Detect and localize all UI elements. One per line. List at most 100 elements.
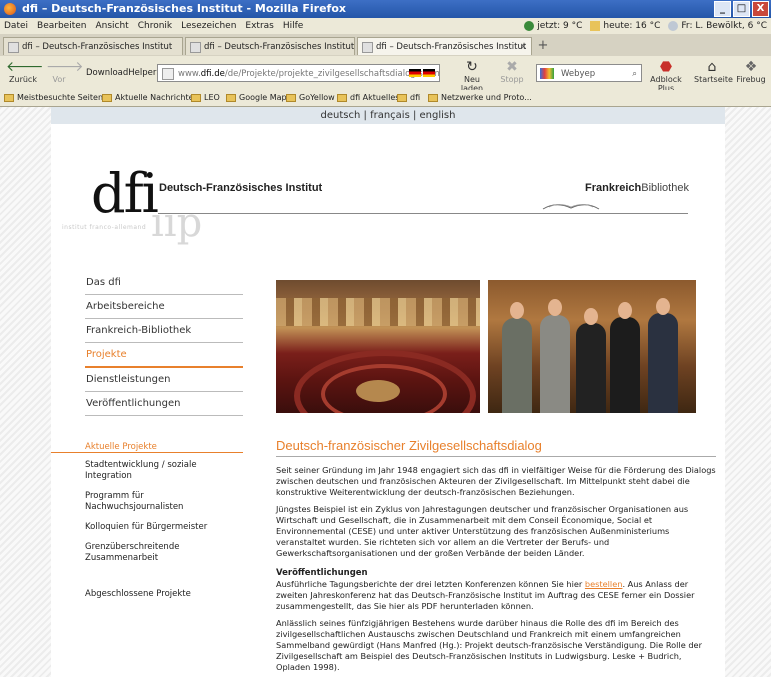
search-icon[interactable]: ⌕ xyxy=(632,65,637,83)
tab-label: dfi – Deutsch-Französisches Institut xyxy=(204,42,355,52)
menu-ansicht[interactable]: Ansicht xyxy=(95,18,128,34)
browser-tab-3-active[interactable]: dfi – Deutsch-Französisches Institut × xyxy=(357,37,532,55)
url-path: /de/Projekte/projekte_zivilgesellschafts… xyxy=(224,69,440,79)
main-content: Deutsch-französischer Zivilgesellschafts… xyxy=(276,438,716,677)
menu-hilfe[interactable]: Hilfe xyxy=(283,18,303,34)
german-flag-icon-2[interactable] xyxy=(423,69,435,77)
subnav-nachwuchsjournalisten[interactable]: Programm für Nachwuchsjournalisten xyxy=(85,491,243,513)
bookmark-netzwerke[interactable]: Netzwerke und Proto... xyxy=(428,90,532,106)
bookmark-meistbesuchte[interactable]: Meistbesuchte Seiten xyxy=(4,90,103,106)
firefox-icon xyxy=(4,3,16,15)
new-tab-button[interactable]: + xyxy=(534,37,552,55)
weather-now[interactable]: jetzt: 9 °C xyxy=(524,18,582,34)
reload-button[interactable]: ↻ Neu laden xyxy=(452,59,492,93)
subnav-gap xyxy=(85,573,243,589)
bookmark-label: Google Maps xyxy=(239,93,291,102)
forward-button[interactable]: 🡒 Vor xyxy=(46,59,84,84)
order-link[interactable]: bestellen xyxy=(585,579,623,589)
menu-datei[interactable]: Datei xyxy=(4,18,28,34)
weather-today[interactable]: heute: 16 °C xyxy=(590,18,660,34)
bookmark-leo[interactable]: LEO xyxy=(191,90,220,106)
bookmark-label: Netzwerke und Proto... xyxy=(441,93,532,102)
minimize-button[interactable]: _ xyxy=(714,1,731,17)
subnav-buergermeister[interactable]: Kolloquien für Bürgermeister xyxy=(85,522,243,533)
bookmark-nachrichten[interactable]: Aktuelle Nachrichten xyxy=(102,90,199,106)
rss-icon xyxy=(428,94,438,102)
browser-tab-2[interactable]: dfi – Deutsch-Französisches Institut xyxy=(185,37,355,55)
tab-label: dfi – Deutsch-Französisches Institut xyxy=(22,42,173,52)
tab-favicon xyxy=(190,42,201,53)
person-4-head xyxy=(618,302,632,319)
url-site: dfi.de xyxy=(200,69,225,79)
german-flag-icon[interactable] xyxy=(409,69,421,77)
publications-paragraph: Ausführliche Tagungsberichte der drei le… xyxy=(276,579,716,612)
cycle-paragraph: Jüngstes Beispiel ist ein Zyklus von Jah… xyxy=(276,504,689,558)
bookmark-dfi-aktuelles[interactable]: dfi Aktuelles xyxy=(337,90,399,106)
logo-tagline: institut franco-allemand xyxy=(62,224,147,231)
home-icon: ⌂ xyxy=(707,59,717,75)
window-title: dfi – Deutsch-Französisches Institut - M… xyxy=(22,2,346,15)
maximize-button[interactable]: □ xyxy=(733,1,750,17)
nav-item-projekte[interactable]: Projekte xyxy=(85,344,243,368)
home-label: Startseite xyxy=(694,75,733,84)
firebug-label: Firebug xyxy=(736,75,766,84)
nav-item-frankreich-bibliothek[interactable]: Frankreich-Bibliothek xyxy=(85,320,243,343)
bookmarks-toolbar: Meistbesuchte Seiten Aktuelle Nachrichte… xyxy=(0,90,771,107)
nav-item-dienstleistungen[interactable]: Dienstleistungen xyxy=(85,369,243,392)
open-book-icon xyxy=(542,204,600,210)
search-input[interactable]: Webyep ⌕ xyxy=(536,64,642,82)
intro-paragraph: Seit seiner Gründung im Jahr 1948 engagi… xyxy=(276,465,716,497)
page-icon xyxy=(397,94,407,102)
group-photo xyxy=(488,280,696,413)
adblock-button[interactable]: ⬣ Adblock Plus xyxy=(646,59,686,93)
person-5-head xyxy=(656,298,670,315)
dfi-logo[interactable]: dfi xyxy=(91,162,159,225)
nav-item-das-dfi[interactable]: Das dfi xyxy=(85,272,243,295)
weather-forecast-label: Fr: L. Bewölkt, 6 °C xyxy=(681,21,767,31)
bookmark-google-maps[interactable]: Google Maps xyxy=(226,90,291,106)
bookmark-label: dfi xyxy=(410,93,421,102)
subnav-grenzueberschreitend[interactable]: Grenzüberschreitende Zusammenarbeit xyxy=(85,542,243,564)
bookmark-dfi[interactable]: dfi xyxy=(397,90,420,106)
page-icon xyxy=(286,94,296,102)
close-button[interactable]: X xyxy=(752,1,769,17)
subnav-stadtentwicklung[interactable]: Stadtentwicklung / soziale Integration xyxy=(85,460,243,482)
downloadhelper-button[interactable]: DownloadHelper xyxy=(86,68,156,78)
nav-item-veroeffentlichungen[interactable]: Veröffentlichungen xyxy=(85,393,243,416)
bookmark-label: dfi Aktuelles xyxy=(350,93,400,102)
navigation-toolbar: 🡐 Zurück 🡒 Vor DownloadHelper www.dfi.de… xyxy=(0,56,771,93)
weather-forecast[interactable]: Fr: L. Bewölkt, 6 °C xyxy=(668,18,767,34)
tab-close-icon[interactable]: × xyxy=(520,38,527,55)
fb-logo-bold: Frankreich xyxy=(585,182,642,194)
person-1 xyxy=(502,318,532,413)
back-button[interactable]: 🡐 Zurück xyxy=(6,59,44,84)
search-engine-label: Webyep xyxy=(561,69,596,79)
menu-lesezeichen[interactable]: Lesezeichen xyxy=(181,18,236,34)
browser-tab-1[interactable]: dfi – Deutsch-Französisches Institut xyxy=(3,37,183,55)
subnav-abgeschlossene-projekte[interactable]: Abgeschlossene Projekte xyxy=(85,589,243,600)
stop-button[interactable]: ✖ Stopp xyxy=(496,59,528,84)
main-navigation: Das dfi Arbeitsbereiche Frankreich-Bibli… xyxy=(85,272,243,417)
language-selector[interactable]: deutsch | français | english xyxy=(51,107,725,124)
bookmark-label: Meistbesuchte Seiten xyxy=(17,93,104,102)
bookmark-label: LEO xyxy=(204,93,220,102)
menu-bar: Datei Bearbeiten Ansicht Chronik Lesezei… xyxy=(0,18,771,35)
pub-text-before: Ausführliche Tagungsberichte der drei le… xyxy=(276,579,585,589)
window-titlebar: dfi – Deutsch-Französisches Institut - M… xyxy=(0,0,771,18)
web-viewport: deutsch | français | english dfi Deutsch… xyxy=(0,107,771,677)
bookmark-goyellow[interactable]: GoYellow xyxy=(286,90,335,106)
subnav-aktuelle-projekte[interactable]: Aktuelle Projekte xyxy=(85,442,243,452)
menu-extras[interactable]: Extras xyxy=(245,18,273,34)
search-engine-icon[interactable] xyxy=(540,68,554,79)
firebug-button[interactable]: ❖ Firebug xyxy=(734,59,768,84)
url-bar[interactable]: www.dfi.de/de/Projekte/projekte_zivilges… xyxy=(157,64,440,82)
menu-bearbeiten[interactable]: Bearbeiten xyxy=(37,18,86,34)
frankreich-bibliothek-logo[interactable]: FrankreichBibliothek xyxy=(585,182,689,194)
sub-navigation: Aktuelle Projekte Stadtentwicklung / soz… xyxy=(85,442,243,609)
person-4 xyxy=(610,317,640,413)
menu-chronik[interactable]: Chronik xyxy=(138,18,172,34)
home-button[interactable]: ⌂ Startseite xyxy=(694,59,733,84)
logo-watermark: ııp xyxy=(151,200,203,246)
nav-item-arbeitsbereiche[interactable]: Arbeitsbereiche xyxy=(85,296,243,319)
adblock-icon: ⬣ xyxy=(659,59,673,75)
